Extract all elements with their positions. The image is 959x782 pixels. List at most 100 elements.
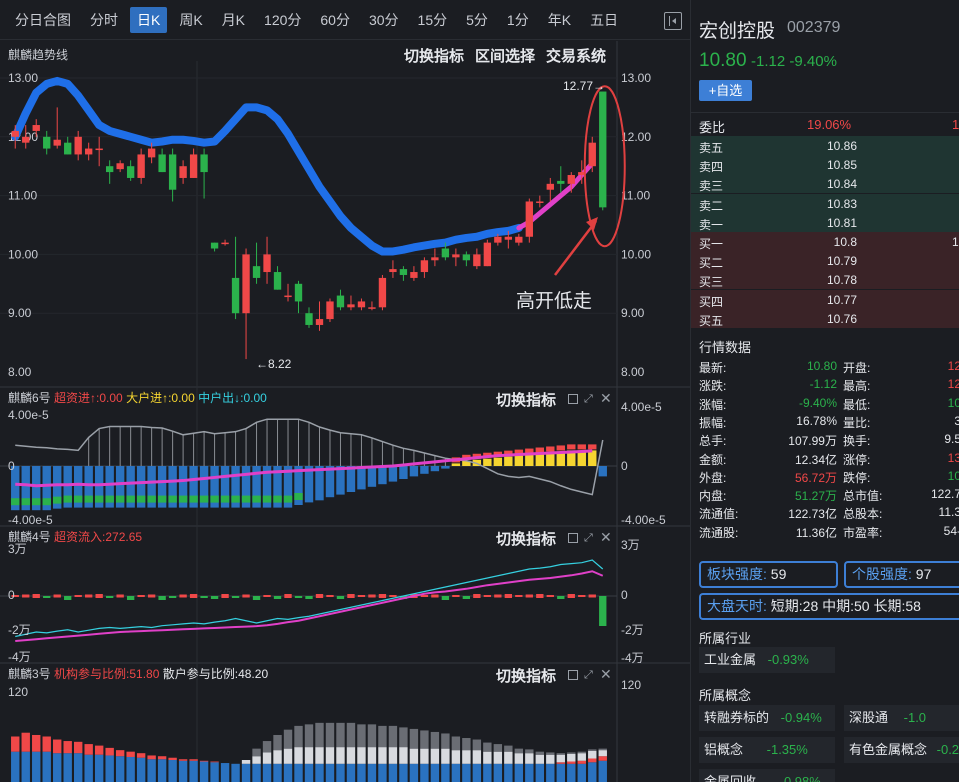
sub3-bar-blue xyxy=(577,763,586,782)
price-change-pct: -9.40% xyxy=(789,53,837,70)
sub1-close-icon[interactable]: ✕ xyxy=(600,391,612,405)
webi-row: 委比 19.06% 1 xyxy=(691,112,959,135)
sub3-bar-white xyxy=(357,747,366,764)
sub3-window-icon[interactable] xyxy=(568,670,578,680)
sub2-window-icon[interactable] xyxy=(568,533,578,543)
sub3-bar-white xyxy=(399,747,408,764)
sub2-maximize-icon[interactable]: ⤢ xyxy=(584,533,593,544)
level-label: 卖五 xyxy=(699,141,724,155)
candle-body xyxy=(32,125,40,131)
tab-period[interactable]: 15分 xyxy=(411,7,455,33)
sub3-bar-gray xyxy=(441,733,450,749)
tab-period[interactable]: 1分 xyxy=(500,7,536,33)
concept-tag[interactable]: 有色金属概念 -0.2 xyxy=(844,737,959,763)
concept-tag[interactable]: 转融券标的 -0.94% xyxy=(699,705,835,731)
sub3-bar-blue xyxy=(21,751,30,782)
concept-pct: -1.35% xyxy=(766,742,808,757)
tab-period[interactable]: 年K xyxy=(541,7,578,33)
quote-row: 金额: 12.34亿 涨停: 13 xyxy=(691,451,959,468)
sub2-flow-bar xyxy=(64,596,72,600)
sub3-bar-gray xyxy=(493,744,503,752)
tab-period[interactable]: 五日 xyxy=(583,7,625,33)
sub1-bar-green xyxy=(273,495,282,503)
sub3-bar-blue xyxy=(252,763,261,782)
sub3-bar-white xyxy=(409,748,419,764)
concept-pct: -1.0 xyxy=(903,710,927,725)
sub1-maximize-icon[interactable]: ⤢ xyxy=(584,394,593,405)
sub3-bar-gray xyxy=(567,752,576,754)
collapse-panel-icon[interactable] xyxy=(664,12,682,30)
sub3-bar-blue xyxy=(73,753,83,782)
sub1-switch-indicator-link[interactable]: 切换指标 xyxy=(496,389,556,410)
sub3-close-icon[interactable]: ✕ xyxy=(600,667,612,681)
tab-period[interactable]: 周K xyxy=(172,7,209,33)
tab-period[interactable]: 日K xyxy=(130,6,168,33)
sub2-flow-bar xyxy=(284,594,292,598)
sub3-bar-gray xyxy=(378,725,387,748)
interval-select-link[interactable]: 区间选择 xyxy=(475,45,535,66)
sub3-bar-blue xyxy=(325,763,335,782)
sub3-switch-indicator-link[interactable]: 切换指标 xyxy=(496,665,556,686)
y-tick-label-right: 13.00 xyxy=(621,71,651,85)
ask-row: 卖一 10.81 xyxy=(691,212,959,232)
candle-body xyxy=(420,260,429,273)
tab-period[interactable]: 30分 xyxy=(362,7,406,33)
add-watchlist-button[interactable]: +自选 xyxy=(699,80,752,101)
sub1-bar-yellow xyxy=(493,457,503,466)
sub2-close-icon[interactable]: ✕ xyxy=(600,530,612,544)
concept-tag[interactable]: 铝概念 -1.35% xyxy=(699,737,835,763)
sub3-maximize-icon[interactable]: ⤢ xyxy=(584,670,593,681)
tab-period[interactable]: 分日合图 xyxy=(8,7,78,33)
candle-body xyxy=(431,257,439,261)
sub2-flow-bar xyxy=(85,594,93,598)
sub1-bar-green xyxy=(32,498,41,506)
sub2-flow-bar xyxy=(116,594,124,598)
concept-name: 有色金属概念 xyxy=(849,742,928,757)
sub1-window-icon[interactable] xyxy=(568,394,578,404)
tab-period[interactable]: 60分 xyxy=(313,7,357,33)
sub3-bar-gray xyxy=(315,722,324,748)
candle-body xyxy=(200,154,208,173)
tab-period[interactable]: 分时 xyxy=(83,7,125,33)
candle-body xyxy=(567,175,575,184)
sub2-flow-bar xyxy=(389,595,397,597)
sub2-flow-bar xyxy=(483,595,492,597)
quote-value: 16.78% xyxy=(796,413,837,428)
sub3-bar-blue xyxy=(126,756,135,782)
sub3-bar-gray xyxy=(304,724,314,748)
sub3-bar-blue xyxy=(420,763,429,782)
sub3-bar-blue xyxy=(168,760,177,782)
tab-period[interactable]: 120分 xyxy=(257,7,308,33)
tab-period[interactable]: 5分 xyxy=(459,7,495,33)
quote-value: -1.12 xyxy=(809,377,837,392)
sub3-bar-red xyxy=(178,759,188,761)
sub3-bar-red xyxy=(63,741,72,754)
industry-tag[interactable]: 工业金属 -0.93% xyxy=(699,647,835,673)
sub2-flow-bar xyxy=(95,594,103,598)
sub3-bar-red xyxy=(588,758,597,763)
sub3-bar-red xyxy=(73,741,83,754)
concept-tag[interactable]: 金属回收 -0.98% xyxy=(699,769,835,782)
sub1-bar-green xyxy=(168,495,177,503)
candle-body xyxy=(410,272,418,278)
high-price-label: 12.77→ xyxy=(563,79,605,93)
ask-row: 卖四 10.85 xyxy=(691,155,959,175)
tab-period[interactable]: 月K xyxy=(215,7,252,33)
quote-value: 56.72万 xyxy=(794,470,837,485)
concept-tag[interactable]: 深股通 -1.0 xyxy=(844,705,959,731)
quote-row: 流通股: 11.36亿市盈率: -54 xyxy=(691,524,959,541)
sub1-bar-green xyxy=(220,495,230,503)
sub3-bar-white xyxy=(420,748,429,764)
quote-key: 开盘: xyxy=(843,361,871,375)
switch-indicator-link[interactable]: 切换指标 xyxy=(404,45,464,66)
candle-body xyxy=(462,254,471,261)
sub1-bar-green xyxy=(199,495,209,503)
sub3-bar-blue xyxy=(556,763,565,782)
sub3-bar-red xyxy=(556,762,565,764)
sub3-bar-white xyxy=(367,747,377,764)
sub3-bar-red xyxy=(189,759,198,761)
sub2-switch-indicator-link[interactable]: 切换指标 xyxy=(496,528,556,549)
candle-body xyxy=(588,142,596,167)
sub3-bar-gray xyxy=(472,739,482,751)
trading-system-link[interactable]: 交易系统 xyxy=(546,45,606,66)
